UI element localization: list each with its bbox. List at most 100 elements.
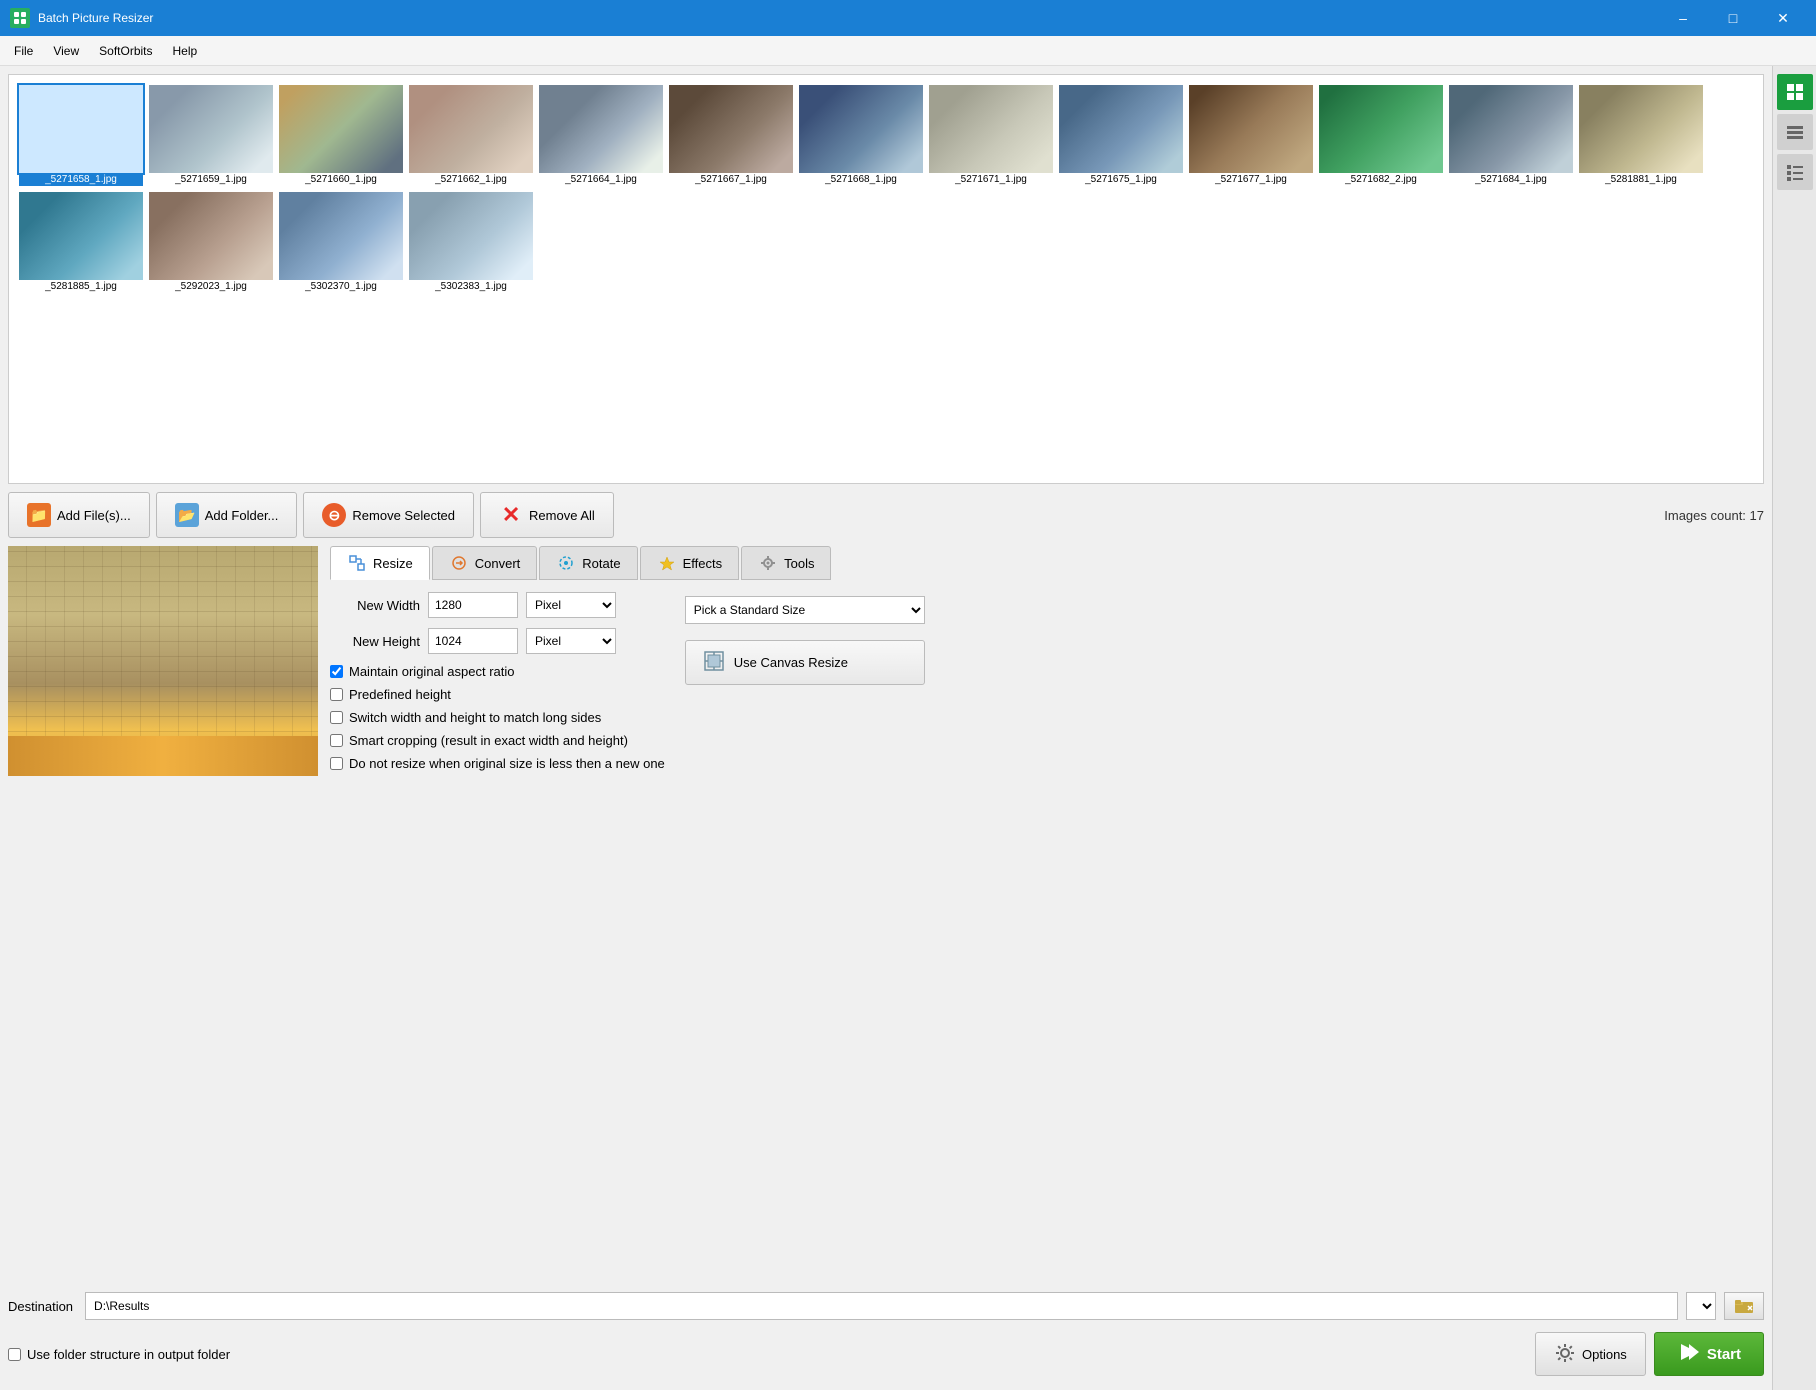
main-area: _5271658_1.jpg _5271659_1.jpg _5271660_1.j… — [0, 66, 1816, 1390]
new-height-unit[interactable]: Pixel Percent Inch Cm — [526, 628, 616, 654]
preview-image — [8, 546, 318, 776]
thumb-label-11: _5271682_2.jpg — [1319, 173, 1443, 186]
smart-crop-row: Smart cropping (result in exact width an… — [330, 733, 665, 748]
add-folder-button[interactable]: 📂 Add Folder... — [156, 492, 298, 538]
new-width-unit[interactable]: Pixel Percent Inch Cm — [526, 592, 616, 618]
thumb-image-2 — [149, 85, 273, 173]
use-folder-checkbox[interactable] — [8, 1348, 21, 1361]
menu-softorbits[interactable]: SoftOrbits — [89, 40, 162, 62]
no-resize-label: Do not resize when original size is less… — [349, 756, 665, 771]
add-folder-icon: 📂 — [175, 503, 199, 527]
app-icon — [10, 8, 30, 28]
remove-selected-button[interactable]: ⊖ Remove Selected — [303, 492, 474, 538]
gallery-item-13[interactable]: _5281881_1.jpg — [1577, 83, 1705, 188]
destination-input[interactable] — [85, 1292, 1678, 1320]
close-button[interactable]: ✕ — [1760, 0, 1806, 36]
thumb-label-9: _5271675_1.jpg — [1059, 173, 1183, 186]
images-count: Images count: 17 — [1664, 508, 1764, 523]
toolbar: 📁 Add File(s)... 📂 Add Folder... ⊖ Remov… — [8, 484, 1764, 546]
new-width-input[interactable] — [428, 592, 518, 618]
gallery-item-2[interactable]: _5271659_1.jpg — [147, 83, 275, 188]
switch-sides-checkbox[interactable] — [330, 711, 343, 724]
gallery-item-1[interactable]: _5271658_1.jpg — [17, 83, 145, 188]
bottom-bar: Use folder structure in output folder — [8, 1326, 1764, 1382]
new-width-row: New Width Pixel Percent Inch Cm — [330, 592, 665, 618]
controls-area: Resize Convert — [330, 546, 1764, 1282]
maintain-aspect-row: Maintain original aspect ratio — [330, 664, 665, 679]
thumb-label-1: _5271658_1.jpg — [19, 173, 143, 186]
add-files-button[interactable]: 📁 Add File(s)... — [8, 492, 150, 538]
gallery-item-12[interactable]: _5271684_1.jpg — [1447, 83, 1575, 188]
gallery-item-6[interactable]: _5271667_1.jpg — [667, 83, 795, 188]
maintain-aspect-checkbox[interactable] — [330, 665, 343, 678]
switch-sides-label: Switch width and height to match long si… — [349, 710, 601, 725]
gallery-item-3[interactable]: _5271660_1.jpg — [277, 83, 405, 188]
minimize-button[interactable]: – — [1660, 0, 1706, 36]
menubar: File View SoftOrbits Help — [0, 36, 1816, 66]
options-button[interactable]: Options — [1535, 1332, 1646, 1376]
gallery-item-9[interactable]: _5271675_1.jpg — [1057, 83, 1185, 188]
gallery-item-16[interactable]: _5302370_1.jpg — [277, 190, 405, 295]
tab-tools[interactable]: Tools — [741, 546, 831, 580]
thumb-image-4 — [409, 85, 533, 173]
thumb-label-3: _5271660_1.jpg — [279, 173, 403, 186]
thumb-label-4: _5271662_1.jpg — [409, 173, 533, 186]
sidebar-list-view-button[interactable] — [1777, 114, 1813, 150]
new-height-label: New Height — [330, 634, 420, 649]
destination-dropdown[interactable] — [1686, 1292, 1716, 1320]
gallery-item-14[interactable]: _5281885_1.jpg — [17, 190, 145, 295]
tab-effects[interactable]: Effects — [640, 546, 740, 580]
thumb-image-16 — [279, 192, 403, 280]
thumb-label-15: _5292023_1.jpg — [149, 280, 273, 293]
canvas-resize-label: Use Canvas Resize — [734, 655, 848, 670]
gallery-item-5[interactable]: _5271664_1.jpg — [537, 83, 665, 188]
effects-icon — [657, 553, 677, 573]
tab-convert[interactable]: Convert — [432, 546, 538, 580]
sidebar-details-view-button[interactable] — [1777, 154, 1813, 190]
start-icon — [1677, 1341, 1699, 1367]
thumb-label-6: _5271667_1.jpg — [669, 173, 793, 186]
new-height-input[interactable] — [428, 628, 518, 654]
menu-file[interactable]: File — [4, 40, 43, 62]
gallery-item-11[interactable]: _5271682_2.jpg — [1317, 83, 1445, 188]
menu-help[interactable]: Help — [163, 40, 208, 62]
tab-effects-label: Effects — [683, 556, 723, 571]
smart-crop-checkbox[interactable] — [330, 734, 343, 747]
gallery-item-17[interactable]: _5302383_1.jpg — [407, 190, 535, 295]
maximize-button[interactable]: □ — [1710, 0, 1756, 36]
predefined-height-checkbox[interactable] — [330, 688, 343, 701]
thumb-label-17: _5302383_1.jpg — [409, 280, 533, 293]
no-resize-row: Do not resize when original size is less… — [330, 756, 665, 771]
standard-size-select[interactable]: Pick a Standard Size 800x600 1024x768 12… — [685, 596, 925, 624]
menu-view[interactable]: View — [43, 40, 89, 62]
thumb-image-7 — [799, 85, 923, 173]
smart-crop-label: Smart cropping (result in exact width an… — [349, 733, 628, 748]
thumb-image-15 — [149, 192, 273, 280]
app-title: Batch Picture Resizer — [38, 11, 153, 25]
gallery-item-15[interactable]: _5292023_1.jpg — [147, 190, 275, 295]
image-gallery[interactable]: _5271658_1.jpg _5271659_1.jpg _5271660_1.j… — [8, 74, 1764, 484]
thumb-image-14 — [19, 192, 143, 280]
gallery-item-8[interactable]: _5271671_1.jpg — [927, 83, 1055, 188]
gallery-item-10[interactable]: _5271677_1.jpg — [1187, 83, 1315, 188]
start-button[interactable]: Start — [1654, 1332, 1764, 1376]
tab-rotate[interactable]: Rotate — [539, 546, 637, 580]
gallery-item-4[interactable]: _5271662_1.jpg — [407, 83, 535, 188]
add-files-icon: 📁 — [27, 503, 51, 527]
thumb-label-12: _5271684_1.jpg — [1449, 173, 1573, 186]
tab-resize[interactable]: Resize — [330, 546, 430, 580]
thumb-image-5 — [539, 85, 663, 173]
canvas-resize-button[interactable]: Use Canvas Resize — [685, 640, 925, 685]
bottom-panel: Resize Convert — [8, 546, 1764, 1282]
sidebar-gallery-view-button[interactable] — [1777, 74, 1813, 110]
thumb-image-10 — [1189, 85, 1313, 173]
no-resize-checkbox[interactable] — [330, 757, 343, 770]
titlebar: Batch Picture Resizer – □ ✕ — [0, 0, 1816, 36]
remove-selected-label: Remove Selected — [352, 508, 455, 523]
remove-all-button[interactable]: ✕ Remove All — [480, 492, 614, 538]
thumb-image-13 — [1579, 85, 1703, 173]
destination-browse-button[interactable] — [1724, 1292, 1764, 1320]
remove-all-label: Remove All — [529, 508, 595, 523]
gallery-item-7[interactable]: _5271668_1.jpg — [797, 83, 925, 188]
use-folder-label: Use folder structure in output folder — [27, 1347, 230, 1362]
